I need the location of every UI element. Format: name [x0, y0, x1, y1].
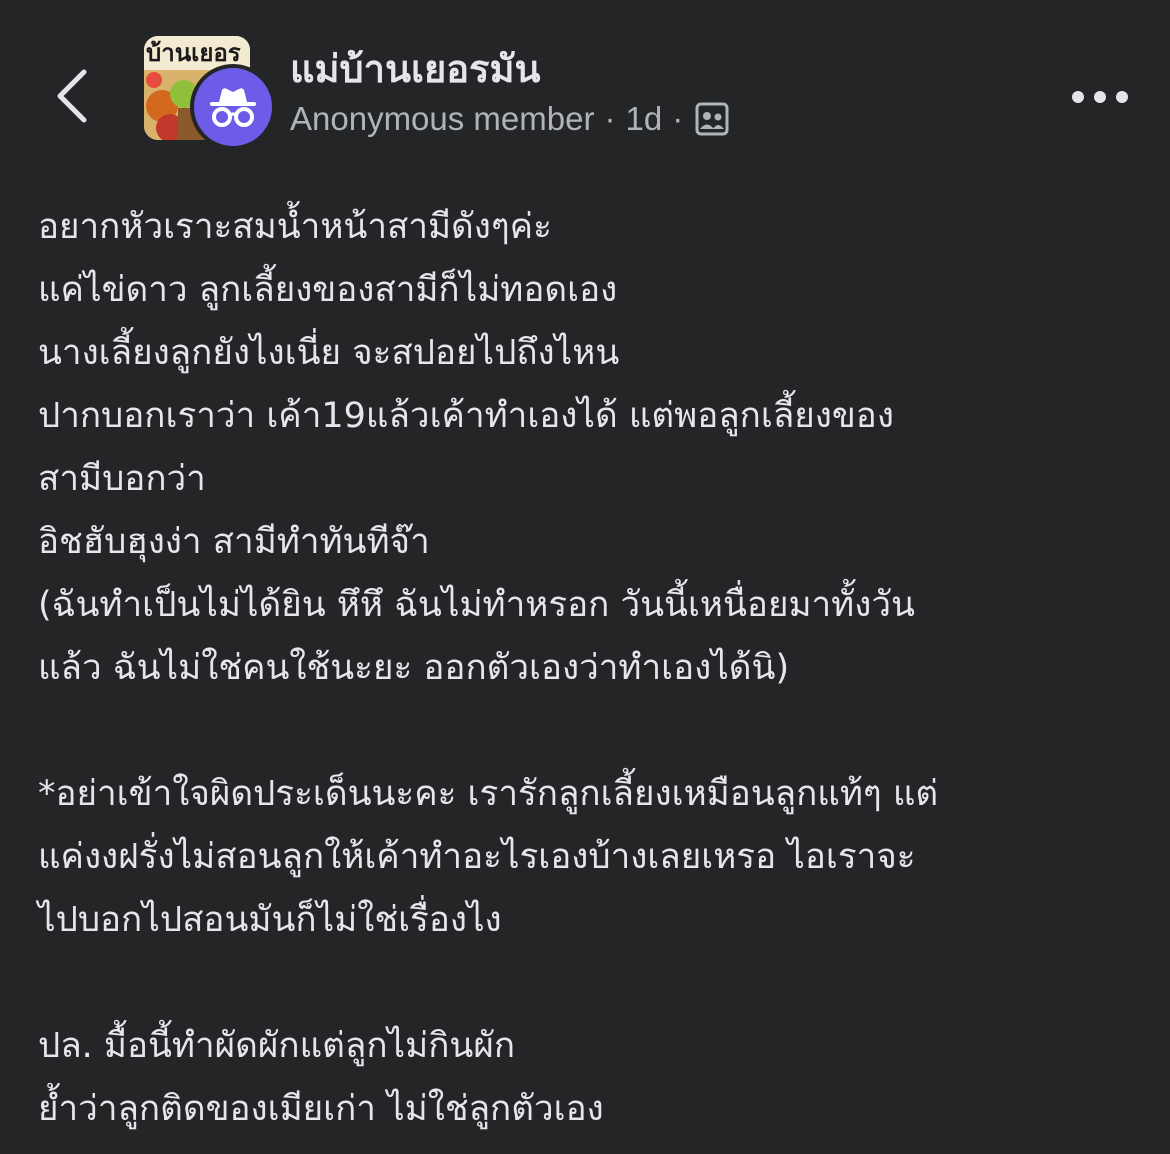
post-text: อยากหัวเราะสมน้ำหน้าสามีดังๆค่ะ แค่ไข่ดา… — [38, 196, 1148, 1141]
post-line: ปล. มื้อนี้ทำผัดผักแต่ลูกไม่กินผัก — [38, 1026, 516, 1066]
post-line: แล้ว ฉันไม่ใช่คนใช้นะยะ ออกตัวเองว่าทำเอ… — [38, 648, 790, 688]
post-meta: Anonymous member · 1d · — [290, 100, 729, 138]
post-line: อิชฮับฮุงง่า สามีทำทันทีจ๊า — [38, 522, 430, 562]
post-line: (ฉันทำเป็นไม่ได้ยิน หึหึ ฉันไม่ทำหรอก วั… — [38, 585, 915, 625]
group-members-icon — [695, 102, 729, 136]
post-line: ไปบอกไปสอนมันก็ไม่ใช่เรื่องไง — [38, 900, 502, 940]
post-line: นางเลี้ยงลูกยังไงเนี่ย จะสปอยไปถึงไหน — [38, 333, 620, 373]
post-header: บ้านเยอร แม่บ้านเยอรมัน Anonymous member… — [0, 0, 1170, 170]
meta-separator: · — [672, 100, 684, 137]
author-name[interactable]: Anonymous member — [290, 100, 594, 138]
post-line: แค่งงฝรั่งไม่สอนลูกให้เค้าทำอะไรเองบ้างเ… — [38, 837, 916, 877]
post-line: ปากบอกเราว่า เค้า19แล้วเค้าทำเองได้ แต่พ… — [38, 396, 894, 436]
group-name[interactable]: แม่บ้านเยอรมัน — [290, 38, 541, 99]
anonymous-avatar-badge — [190, 64, 276, 150]
post-line: *อย่าเข้าใจผิดประเด็นนะคะ เรารักลูกเลี้ย… — [38, 774, 939, 814]
post-line: สามีบอกว่า — [38, 459, 206, 499]
meta-separator: · — [604, 100, 616, 137]
post-line: แค่ไข่ดาว ลูกเลี้ยงของสามีก็ไม่ทอดเอง — [38, 270, 618, 310]
group-avatar[interactable]: บ้านเยอร — [144, 36, 276, 150]
post-line: ย้ำว่าลูกติดของเมียเก่า ไม่ใช่ลูกตัวเอง — [38, 1089, 604, 1129]
anonymous-incognito-icon — [210, 88, 256, 127]
more-options-button[interactable] — [1062, 80, 1138, 114]
back-button[interactable] — [44, 60, 100, 132]
post-time[interactable]: 1d — [625, 100, 662, 138]
chevron-left-icon — [57, 69, 87, 123]
post-line: อยากหัวเราะสมน้ำหน้าสามีดังๆค่ะ — [38, 207, 552, 247]
more-horizontal-icon — [1072, 91, 1128, 103]
